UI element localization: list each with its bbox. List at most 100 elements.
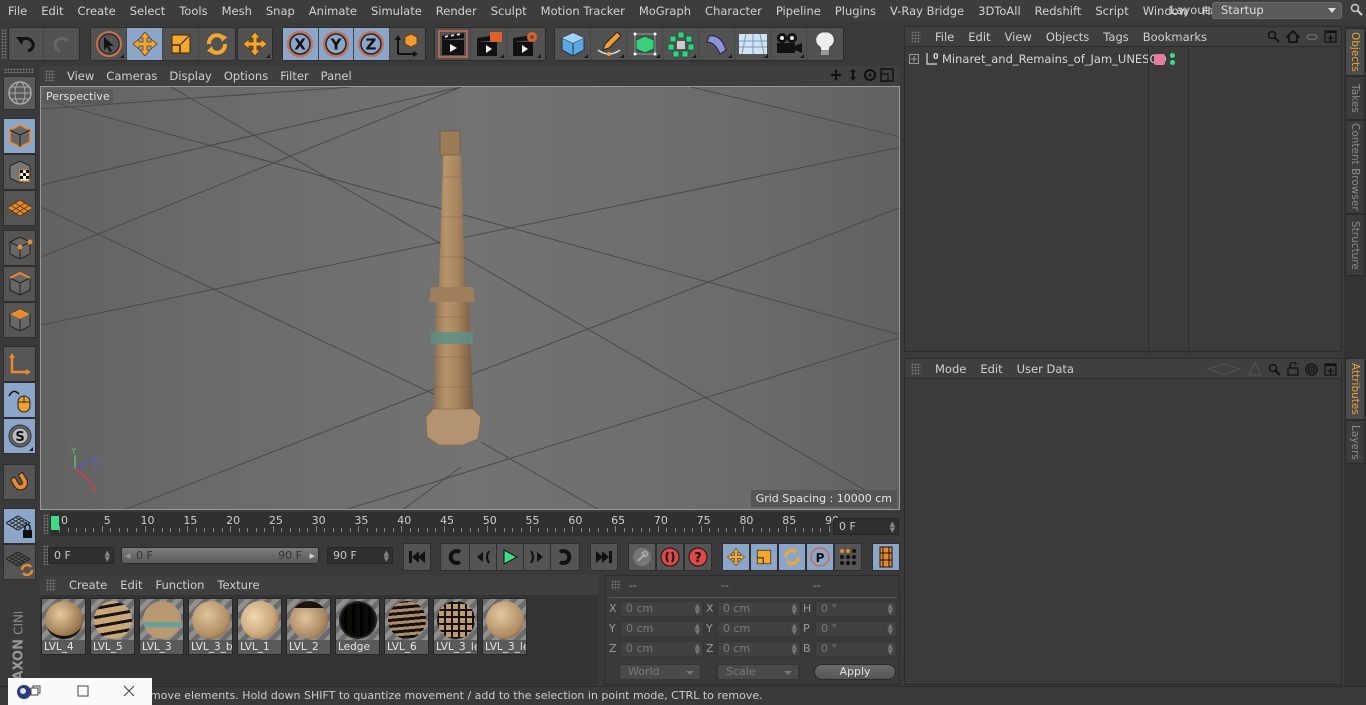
- material-item[interactable]: LVL_3: [139, 598, 184, 655]
- tab-objects[interactable]: Objects: [1345, 28, 1365, 76]
- workplane-mode-button[interactable]: [3, 190, 36, 226]
- pan-view-icon[interactable]: [829, 68, 843, 82]
- x-axis-button[interactable]: X: [283, 28, 319, 60]
- pen-button[interactable]: [591, 28, 627, 60]
- menu-animate[interactable]: Animate: [301, 4, 357, 18]
- search-icon[interactable]: [1350, 3, 1364, 17]
- viewport-grip[interactable]: [45, 70, 55, 82]
- viewport-menu-cameras[interactable]: Cameras: [106, 69, 157, 83]
- light-button[interactable]: [807, 28, 843, 60]
- range-left-arrow-icon[interactable]: ◂: [125, 548, 131, 563]
- new-panel-icon[interactable]: [1324, 362, 1337, 376]
- range-right-arrow-icon[interactable]: ▸: [309, 548, 315, 563]
- recent-tool-button[interactable]: [238, 28, 272, 60]
- polygons-mode-button[interactable]: [3, 302, 36, 338]
- rotation-h-field[interactable]: 0 ° ▲ ▼: [815, 601, 897, 617]
- go-to-end-button[interactable]: [590, 543, 618, 571]
- record-keys-button[interactable]: [628, 543, 656, 571]
- toggle-view-icon[interactable]: [1306, 33, 1318, 41]
- edges-mode-button[interactable]: [3, 266, 36, 302]
- current-frame-field[interactable]: 0 F ▲ ▼: [833, 518, 899, 535]
- lock-icon[interactable]: [1287, 362, 1299, 376]
- coordinate-mode-select[interactable]: World: [619, 664, 701, 680]
- back-forward-icon[interactable]: [1206, 362, 1242, 376]
- material-menu-texture[interactable]: Texture: [217, 578, 259, 592]
- frame-range-slider[interactable]: ◂ 0 F 90 F ▸: [121, 547, 319, 564]
- make-editable-button[interactable]: [3, 76, 36, 110]
- solo-mode-button[interactable]: S: [3, 418, 36, 454]
- menu-render[interactable]: Render: [428, 4, 477, 18]
- zoom-view-icon[interactable]: [846, 68, 860, 82]
- redo-button[interactable]: [44, 28, 79, 60]
- objects-menu-view[interactable]: View: [1005, 30, 1032, 44]
- material-item[interactable]: LVL_3_le: [433, 598, 478, 655]
- apply-button[interactable]: Apply: [814, 664, 896, 680]
- home-icon[interactable]: [1286, 30, 1300, 43]
- start-frame-field[interactable]: 0 F ▲ ▼: [48, 547, 114, 564]
- snap-button[interactable]: [3, 464, 36, 500]
- viewport-menu-options[interactable]: Options: [224, 69, 268, 83]
- menu-character[interactable]: Character: [697, 4, 762, 18]
- tab-attributes[interactable]: Attributes: [1345, 358, 1365, 420]
- objects-menu-tags[interactable]: Tags: [1103, 30, 1128, 44]
- material-item[interactable]: LVL_2: [286, 598, 331, 655]
- previous-frame-button[interactable]: [469, 543, 497, 571]
- menu-motion-tracker[interactable]: Motion Tracker: [533, 4, 625, 18]
- menu-pipeline[interactable]: Pipeline: [768, 4, 821, 18]
- menu-select[interactable]: Select: [122, 4, 165, 18]
- tab-layers[interactable]: Layers: [1345, 420, 1365, 464]
- key-parameter-button[interactable]: P: [806, 543, 834, 571]
- restore-icon[interactable]: [30, 685, 42, 697]
- render-visibility-dot[interactable]: [1170, 60, 1175, 65]
- undo-button[interactable]: [9, 28, 45, 60]
- attributes-menu-edit[interactable]: Edit: [980, 362, 1002, 376]
- layer-color-tag[interactable]: [1154, 54, 1165, 65]
- play-button[interactable]: [496, 543, 524, 571]
- tab-content-browser[interactable]: Content Browser: [1345, 120, 1365, 214]
- end-frame-field[interactable]: 90 F ▲ ▼: [327, 547, 393, 564]
- key-scale-button[interactable]: [750, 543, 778, 571]
- palette-grip[interactable]: [4, 68, 34, 73]
- viewport-menu-view[interactable]: View: [67, 69, 94, 83]
- key-position-button[interactable]: [722, 543, 750, 571]
- tab-takes[interactable]: Takes: [1345, 76, 1365, 120]
- autokey-button[interactable]: [656, 543, 684, 571]
- menu-plugins[interactable]: Plugins: [827, 4, 876, 18]
- attributes-menu-mode[interactable]: Mode: [935, 362, 966, 376]
- material-menu-function[interactable]: Function: [156, 578, 205, 592]
- material-item[interactable]: LVL_6: [384, 598, 429, 655]
- cube-button[interactable]: [555, 28, 591, 60]
- search-icon[interactable]: [1267, 30, 1280, 43]
- timeline-ruler[interactable]: 0 5 10 15 20 25 30 35 40 45 50 55 60 65 70 75 80 85 90: [50, 512, 839, 536]
- expand-icon[interactable]: [909, 54, 919, 64]
- objects-menu-bookmarks[interactable]: Bookmarks: [1143, 30, 1207, 44]
- search-icon[interactable]: [1268, 363, 1281, 376]
- position-y-field[interactable]: 0 cm ▲ ▼: [620, 621, 704, 637]
- object-name[interactable]: Minaret_and_Remains_of_Jam_UNESCO: [942, 52, 1167, 66]
- y-axis-button[interactable]: Y: [318, 28, 354, 60]
- model-mode-button[interactable]: [3, 118, 36, 154]
- render-settings-button[interactable]: [507, 28, 543, 60]
- menu-simulate[interactable]: Simulate: [363, 4, 422, 18]
- workplane-align-button[interactable]: [3, 544, 36, 580]
- menu-mesh[interactable]: Mesh: [214, 4, 252, 18]
- menu-redshift[interactable]: Redshift: [1027, 4, 1082, 18]
- scale-tool-button[interactable]: [163, 28, 199, 60]
- timeline-window-button[interactable]: [872, 543, 900, 571]
- close-icon[interactable]: [123, 685, 135, 697]
- menu-vray-bridge[interactable]: V-Ray Bridge: [882, 4, 964, 18]
- maximize-icon[interactable]: [77, 685, 89, 697]
- material-item[interactable]: LVL_4: [41, 598, 86, 655]
- render-view-button[interactable]: [435, 28, 471, 60]
- menu-sculpt[interactable]: Sculpt: [483, 4, 527, 18]
- tab-structure[interactable]: Structure: [1345, 214, 1365, 276]
- cloner-button[interactable]: [663, 28, 699, 60]
- material-item[interactable]: LVL_1: [237, 598, 282, 655]
- menu-file[interactable]: File: [0, 4, 27, 18]
- previous-key-button[interactable]: [440, 543, 470, 571]
- attributes-menu-user-data[interactable]: User Data: [1017, 362, 1074, 376]
- tweak-mode-button[interactable]: [3, 382, 36, 418]
- move-tool-button[interactable]: [127, 28, 163, 60]
- rotate-view-icon[interactable]: [863, 68, 877, 82]
- deformer-button[interactable]: [699, 28, 735, 60]
